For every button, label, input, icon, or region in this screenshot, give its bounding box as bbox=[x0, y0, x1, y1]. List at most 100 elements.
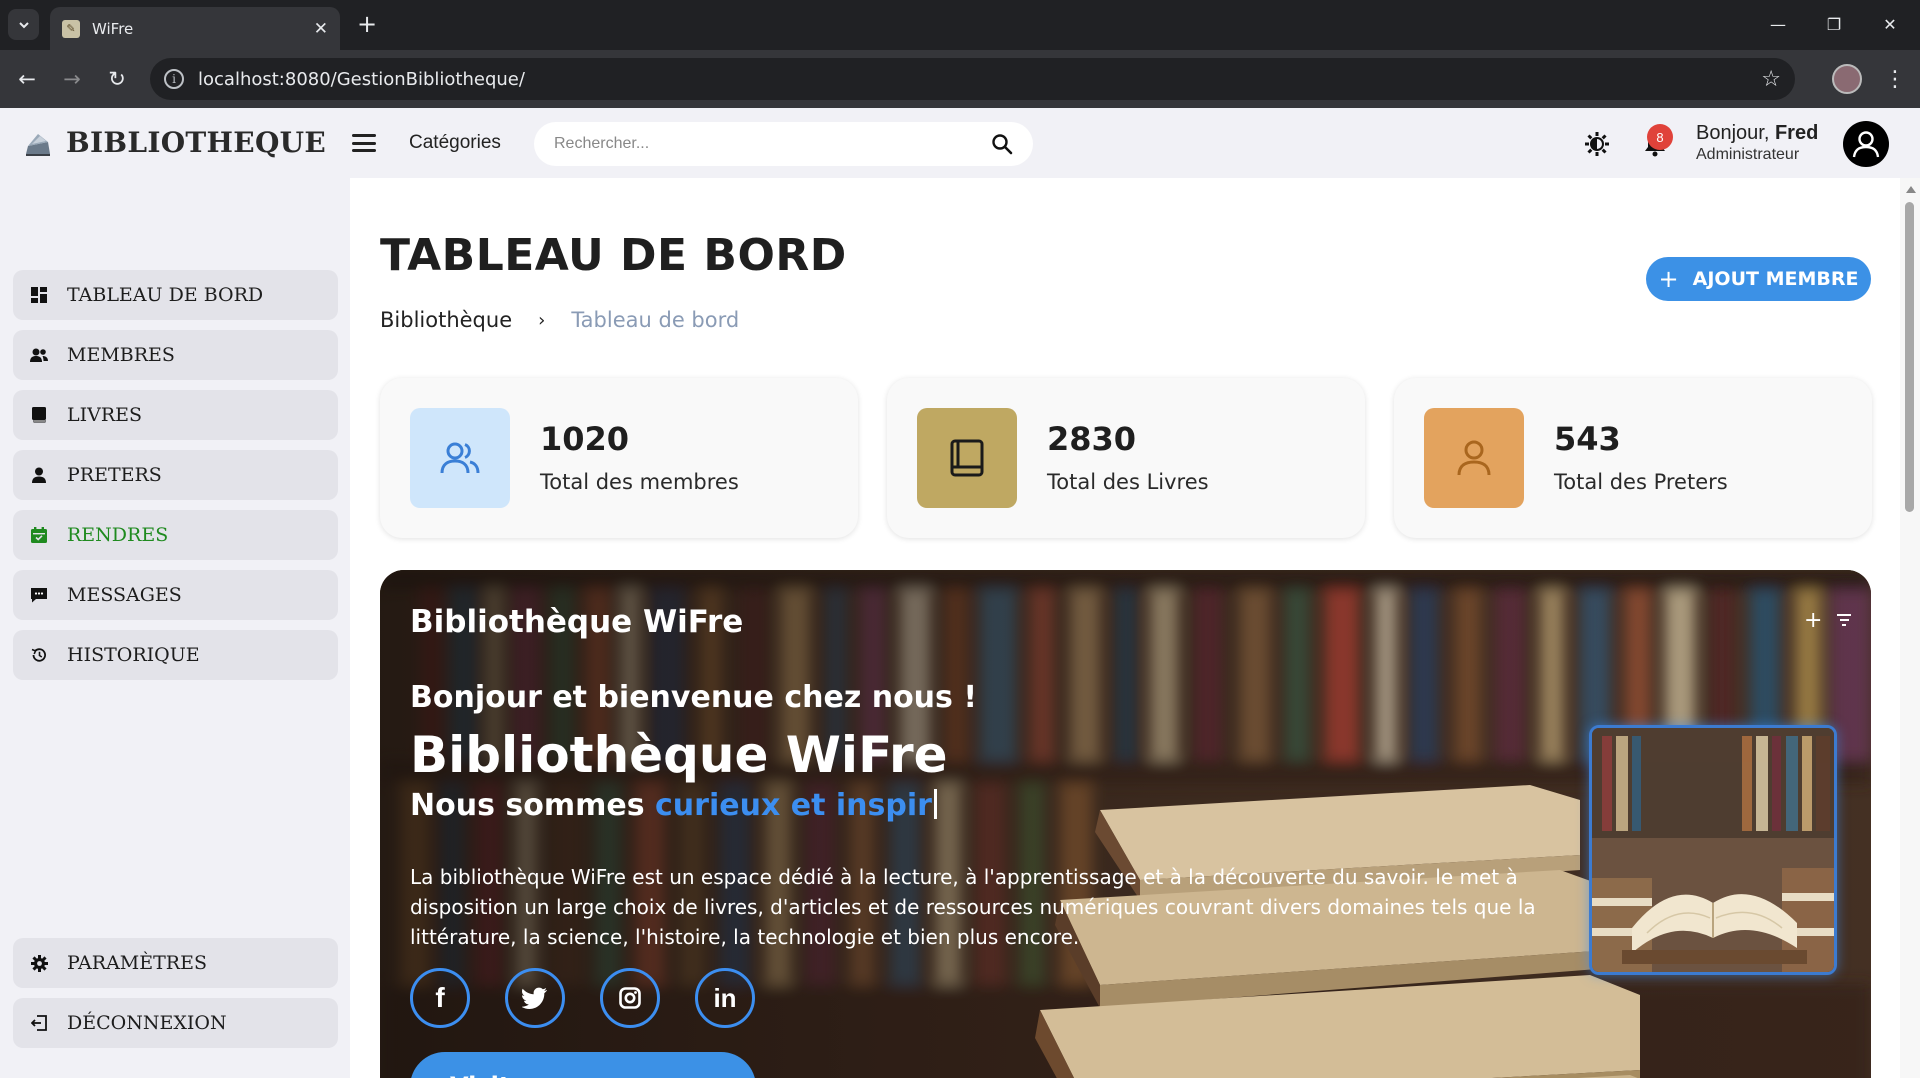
search-input[interactable] bbox=[554, 135, 991, 153]
profile-avatar[interactable] bbox=[1832, 64, 1862, 94]
stat-label: Total des membres bbox=[540, 470, 739, 494]
tagline-highlight: curieux et inspir bbox=[655, 788, 932, 823]
tab-close-icon[interactable]: ✕ bbox=[314, 19, 328, 39]
sidebar: TABLEAU DE BORD MEMBRES LIVRES PRETERS R… bbox=[0, 178, 350, 1078]
stat-value: 2830 bbox=[1047, 420, 1137, 458]
stat-value: 1020 bbox=[540, 420, 630, 458]
sidebar-item-label: RENDRES bbox=[67, 524, 169, 546]
chevron-down-icon bbox=[18, 21, 29, 28]
hero-tagline: Nous sommes curieux et inspir bbox=[410, 788, 937, 823]
back-icon[interactable]: ← bbox=[10, 62, 44, 96]
restore-button[interactable]: ❐ bbox=[1806, 0, 1862, 48]
sidebar-item-label: HISTORIQUE bbox=[67, 644, 200, 666]
user-icon bbox=[29, 465, 49, 485]
dashboard-icon bbox=[29, 285, 49, 305]
window-close-button[interactable]: ✕ bbox=[1862, 0, 1918, 48]
sidebar-item-label: LIVRES bbox=[67, 404, 143, 426]
sidebar-item-label: MESSAGES bbox=[67, 584, 182, 606]
sidebar-item-label: TABLEAU DE BORD bbox=[67, 284, 264, 306]
stat-value: 543 bbox=[1554, 420, 1621, 458]
bookmark-star-icon[interactable]: ☆ bbox=[1761, 67, 1781, 92]
message-icon bbox=[29, 585, 49, 605]
add-member-button[interactable]: + AJOUT MEMBRE bbox=[1646, 257, 1871, 301]
url-text: localhost:8080/GestionBibliotheque/ bbox=[198, 68, 525, 90]
stat-label: Total des Livres bbox=[1047, 470, 1209, 494]
theme-toggle-icon[interactable] bbox=[1582, 129, 1612, 159]
members-icon bbox=[410, 408, 510, 508]
browser-menu-icon[interactable]: ⋮ bbox=[1880, 62, 1910, 96]
categories-link[interactable]: Catégories bbox=[409, 132, 501, 154]
reload-icon[interactable]: ↻ bbox=[100, 62, 134, 96]
address-bar[interactable]: i localhost:8080/GestionBibliotheque/ ☆ bbox=[150, 58, 1795, 100]
forward-icon[interactable]: → bbox=[55, 62, 89, 96]
book-icon bbox=[29, 405, 49, 425]
visit-button[interactable]: Visitez nous maintenant bbox=[410, 1052, 756, 1078]
twitter-icon[interactable] bbox=[505, 968, 565, 1028]
brand[interactable]: BIBLIOTHEQUE bbox=[22, 126, 326, 159]
calendar-icon bbox=[29, 525, 49, 545]
sidebar-item-parametres[interactable]: PARAMÈTRES bbox=[13, 938, 338, 988]
tab-title: WiFre bbox=[92, 19, 134, 38]
members-icon bbox=[29, 345, 49, 365]
favicon-icon: ✎ bbox=[62, 19, 80, 38]
user-info[interactable]: Bonjour, Fred Administrateur bbox=[1696, 122, 1818, 164]
sidebar-item-label: DÉCONNEXION bbox=[67, 1012, 227, 1034]
linkedin-icon[interactable]: in bbox=[695, 968, 755, 1028]
sidebar-item-rendres[interactable]: RENDRES bbox=[13, 510, 338, 560]
sidebar-item-historique[interactable]: HISTORIQUE bbox=[13, 630, 338, 680]
search-box bbox=[534, 122, 1033, 166]
user-role: Administrateur bbox=[1696, 146, 1800, 163]
sidebar-item-label: PARAMÈTRES bbox=[67, 952, 207, 974]
new-tab-button[interactable]: + bbox=[352, 9, 382, 39]
breadcrumb: Bibliothèque › Tableau de bord bbox=[380, 308, 739, 332]
app-header: BIBLIOTHEQUE Catégories 8 Bonjour, Fred … bbox=[0, 108, 1920, 178]
instagram-icon[interactable] bbox=[600, 968, 660, 1028]
logout-icon bbox=[29, 1013, 49, 1033]
page-scrollbar[interactable] bbox=[1900, 178, 1920, 1078]
library-logo-icon bbox=[26, 133, 50, 156]
hero-card-title: Bibliothèque WiFre bbox=[410, 604, 744, 640]
welcome-text: Bonjour et bienvenue chez nous ! bbox=[410, 680, 978, 715]
scroll-thumb[interactable] bbox=[1905, 202, 1914, 512]
sidebar-item-deconnexion[interactable]: DÉCONNEXION bbox=[13, 998, 338, 1048]
filter-icon[interactable] bbox=[1836, 614, 1852, 629]
menu-toggle-icon[interactable] bbox=[352, 131, 376, 155]
plus-icon[interactable]: + bbox=[1804, 608, 1822, 633]
user-icon bbox=[1424, 408, 1524, 508]
chevron-right-icon: › bbox=[538, 309, 546, 331]
scroll-up-icon[interactable] bbox=[1906, 186, 1916, 193]
notification-badge: 8 bbox=[1647, 124, 1673, 150]
minimize-button[interactable]: — bbox=[1750, 0, 1806, 48]
gear-icon bbox=[29, 953, 49, 973]
tagline-start: Nous sommes bbox=[410, 788, 656, 823]
hero-heading: Bibliothèque WiFre bbox=[410, 726, 948, 784]
sidebar-item-messages[interactable]: MESSAGES bbox=[13, 570, 338, 620]
sidebar-item-membres[interactable]: MEMBRES bbox=[13, 330, 338, 380]
breadcrumb-item[interactable]: Bibliothèque bbox=[380, 308, 512, 332]
sidebar-item-label: PRETERS bbox=[67, 464, 162, 486]
sidebar-item-tableau-de-bord[interactable]: TABLEAU DE BORD bbox=[13, 270, 338, 320]
library-book-image bbox=[1589, 725, 1837, 975]
typing-cursor bbox=[933, 789, 937, 819]
tab-search-button[interactable] bbox=[8, 9, 39, 40]
sidebar-item-label: MEMBRES bbox=[67, 344, 175, 366]
history-icon bbox=[29, 645, 49, 665]
page-title: TABLEAU DE BORD bbox=[380, 230, 847, 281]
user-name: Fred bbox=[1774, 122, 1819, 144]
sidebar-item-livres[interactable]: LIVRES bbox=[13, 390, 338, 440]
avatar[interactable] bbox=[1843, 121, 1889, 167]
book-icon bbox=[917, 408, 1017, 508]
hero-banner: Bibliothèque WiFre + Bonjour et bienvenu… bbox=[380, 570, 1871, 1078]
stat-card-books[interactable]: 2830 Total des Livres bbox=[887, 378, 1365, 538]
stat-label: Total des Preters bbox=[1554, 470, 1728, 494]
stat-card-members[interactable]: 1020 Total des membres bbox=[380, 378, 858, 538]
stat-card-loans[interactable]: 543 Total des Preters bbox=[1394, 378, 1872, 538]
search-icon[interactable] bbox=[991, 133, 1013, 155]
sidebar-item-preters[interactable]: PRETERS bbox=[13, 450, 338, 500]
breadcrumb-current[interactable]: Tableau de bord bbox=[571, 308, 739, 332]
user-avatar-icon bbox=[1852, 131, 1880, 158]
site-info-icon[interactable]: i bbox=[164, 69, 184, 89]
facebook-icon[interactable]: f bbox=[410, 968, 470, 1028]
browser-tab[interactable]: ✎ WiFre ✕ bbox=[50, 7, 340, 50]
main-content: TABLEAU DE BORD Bibliothèque › Tableau d… bbox=[350, 178, 1900, 1078]
